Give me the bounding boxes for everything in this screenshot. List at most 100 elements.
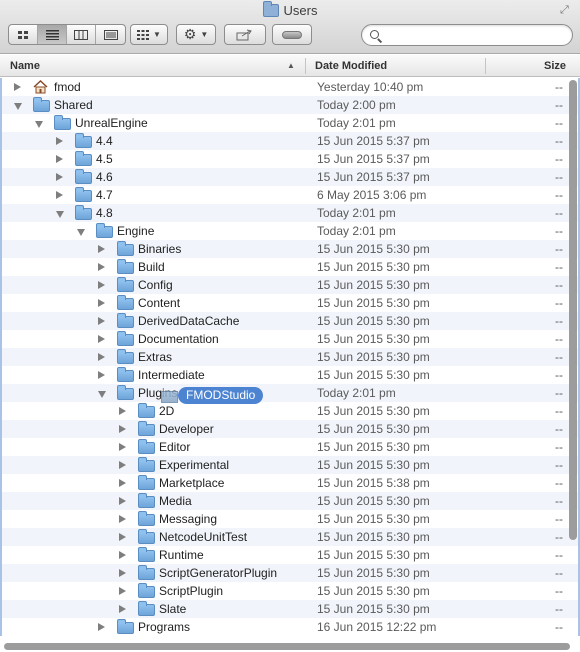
- file-row[interactable]: Slate 15 Jun 2015 5:30 pm --: [2, 600, 578, 618]
- column-divider[interactable]: [305, 58, 306, 74]
- folder-icon: [117, 367, 134, 382]
- arrange-button[interactable]: ▼: [130, 24, 168, 45]
- file-size: --: [555, 260, 563, 274]
- disclosure-closed-icon[interactable]: [56, 155, 63, 163]
- disclosure-closed-icon[interactable]: [119, 425, 126, 433]
- cover-flow-view-button[interactable]: [96, 25, 125, 44]
- disclosure-closed-icon[interactable]: [119, 515, 126, 523]
- file-row[interactable]: fmod Yesterday 10:40 pm --: [2, 78, 578, 96]
- file-row[interactable]: NetcodeUnitTest 15 Jun 2015 5:30 pm --: [2, 528, 578, 546]
- fullscreen-icon[interactable]: ⤢: [560, 4, 572, 16]
- size-column-header[interactable]: Size: [544, 55, 566, 77]
- file-row[interactable]: 4.5 15 Jun 2015 5:37 pm --: [2, 150, 578, 168]
- disclosure-closed-icon[interactable]: [119, 461, 126, 469]
- file-row[interactable]: Extras 15 Jun 2015 5:30 pm --: [2, 348, 578, 366]
- file-row[interactable]: Editor 15 Jun 2015 5:30 pm --: [2, 438, 578, 456]
- edit-tags-button[interactable]: [272, 24, 312, 45]
- file-row[interactable]: DerivedDataCache 15 Jun 2015 5:30 pm --: [2, 312, 578, 330]
- horizontal-scrollbar[interactable]: [4, 643, 570, 650]
- column-divider[interactable]: [485, 58, 486, 74]
- disclosure-closed-icon[interactable]: [98, 281, 105, 289]
- disclosure-closed-icon[interactable]: [119, 605, 126, 613]
- disclosure-closed-icon[interactable]: [119, 443, 126, 451]
- file-row[interactable]: Config 15 Jun 2015 5:30 pm --: [2, 276, 578, 294]
- disclosure-closed-icon[interactable]: [98, 317, 105, 325]
- file-row[interactable]: Plugins Today 2:01 pm --: [2, 384, 578, 402]
- file-row[interactable]: Build 15 Jun 2015 5:30 pm --: [2, 258, 578, 276]
- file-list[interactable]: fmod Yesterday 10:40 pm -- Shared Today 2:00…: [0, 78, 580, 636]
- disclosure-closed-icon[interactable]: [98, 335, 105, 343]
- date-modified: 15 Jun 2015 5:30 pm: [317, 530, 430, 544]
- file-row[interactable]: ScriptPlugin 15 Jun 2015 5:30 pm --: [2, 582, 578, 600]
- column-view-button[interactable]: [67, 25, 96, 44]
- file-row[interactable]: 2D 15 Jun 2015 5:30 pm --: [2, 402, 578, 420]
- disclosure-open-icon[interactable]: [98, 391, 106, 398]
- disclosure-closed-icon[interactable]: [14, 83, 21, 91]
- file-row[interactable]: Intermediate 15 Jun 2015 5:30 pm --: [2, 366, 578, 384]
- file-row[interactable]: 4.6 15 Jun 2015 5:37 pm --: [2, 168, 578, 186]
- disclosure-open-icon[interactable]: [77, 229, 85, 236]
- disclosure-closed-icon[interactable]: [98, 623, 105, 631]
- disclosure-open-icon[interactable]: [56, 211, 64, 218]
- disclosure-closed-icon[interactable]: [56, 173, 63, 181]
- file-row[interactable]: Content 15 Jun 2015 5:30 pm --: [2, 294, 578, 312]
- search-field[interactable]: [361, 24, 573, 46]
- file-row[interactable]: Experimental 15 Jun 2015 5:30 pm --: [2, 456, 578, 474]
- vertical-scrollbar[interactable]: [569, 80, 577, 540]
- share-button[interactable]: [224, 24, 266, 45]
- window-toolbar: Users ⤢ ▼ ⚙ ▼: [0, 0, 580, 54]
- file-row[interactable]: Programs 16 Jun 2015 12:22 pm --: [2, 618, 578, 636]
- file-row[interactable]: Documentation 15 Jun 2015 5:30 pm --: [2, 330, 578, 348]
- disclosure-closed-icon[interactable]: [119, 533, 126, 541]
- folder-icon: [117, 385, 134, 400]
- file-name: DerivedDataCache: [138, 314, 240, 328]
- disclosure-closed-icon[interactable]: [98, 263, 105, 271]
- file-row[interactable]: 4.7 6 May 2015 3:06 pm --: [2, 186, 578, 204]
- disclosure-closed-icon[interactable]: [119, 587, 126, 595]
- file-row[interactable]: 4.8 Today 2:01 pm --: [2, 204, 578, 222]
- file-name: Programs: [138, 620, 191, 634]
- file-row[interactable]: Shared Today 2:00 pm --: [2, 96, 578, 114]
- name-column-header[interactable]: Name: [10, 55, 304, 77]
- disclosure-closed-icon[interactable]: [98, 353, 105, 361]
- file-row[interactable]: Messaging 15 Jun 2015 5:30 pm --: [2, 510, 578, 528]
- disclosure-open-icon[interactable]: [35, 121, 43, 128]
- folder-icon: [138, 601, 155, 616]
- home-folder-icon: [33, 80, 48, 94]
- disclosure-closed-icon[interactable]: [119, 407, 126, 415]
- disclosure-closed-icon[interactable]: [119, 497, 126, 505]
- file-size: --: [555, 116, 563, 130]
- list-view-button[interactable]: [38, 25, 67, 44]
- file-name: Experimental: [159, 458, 230, 472]
- file-row[interactable]: 4.4 15 Jun 2015 5:37 pm --: [2, 132, 578, 150]
- action-button[interactable]: ⚙ ▼: [176, 24, 216, 45]
- disclosure-closed-icon[interactable]: [119, 479, 126, 487]
- file-row[interactable]: Runtime 15 Jun 2015 5:30 pm --: [2, 546, 578, 564]
- date-modified: 15 Jun 2015 5:30 pm: [317, 440, 430, 454]
- folder-icon: [262, 1, 279, 17]
- icon-view-button[interactable]: [9, 25, 38, 44]
- file-row[interactable]: Media 15 Jun 2015 5:30 pm --: [2, 492, 578, 510]
- disclosure-closed-icon[interactable]: [98, 245, 105, 253]
- disclosure-closed-icon[interactable]: [98, 299, 105, 307]
- file-size: --: [555, 296, 563, 310]
- disclosure-closed-icon[interactable]: [119, 551, 126, 559]
- file-row[interactable]: ScriptGeneratorPlugin 15 Jun 2015 5:30 pm…: [2, 564, 578, 582]
- disclosure-closed-icon[interactable]: [56, 137, 63, 145]
- disclosure-open-icon[interactable]: [14, 103, 22, 110]
- file-row[interactable]: Binaries 15 Jun 2015 5:30 pm --: [2, 240, 578, 258]
- folder-icon: [96, 223, 113, 238]
- search-input[interactable]: [384, 27, 564, 43]
- file-row[interactable]: UnrealEngine Today 2:01 pm --: [2, 114, 578, 132]
- disclosure-closed-icon[interactable]: [119, 569, 126, 577]
- file-name: 2D: [159, 404, 175, 418]
- folder-icon: [117, 241, 134, 256]
- disclosure-closed-icon[interactable]: [98, 371, 105, 379]
- file-size: --: [555, 242, 563, 256]
- file-row[interactable]: Engine Today 2:01 pm --: [2, 222, 578, 240]
- folder-icon: [138, 547, 155, 562]
- file-row[interactable]: Marketplace 15 Jun 2015 5:38 pm --: [2, 474, 578, 492]
- date-modified-column-header[interactable]: Date Modified: [315, 55, 485, 77]
- file-row[interactable]: Developer 15 Jun 2015 5:30 pm --: [2, 420, 578, 438]
- disclosure-closed-icon[interactable]: [56, 191, 63, 199]
